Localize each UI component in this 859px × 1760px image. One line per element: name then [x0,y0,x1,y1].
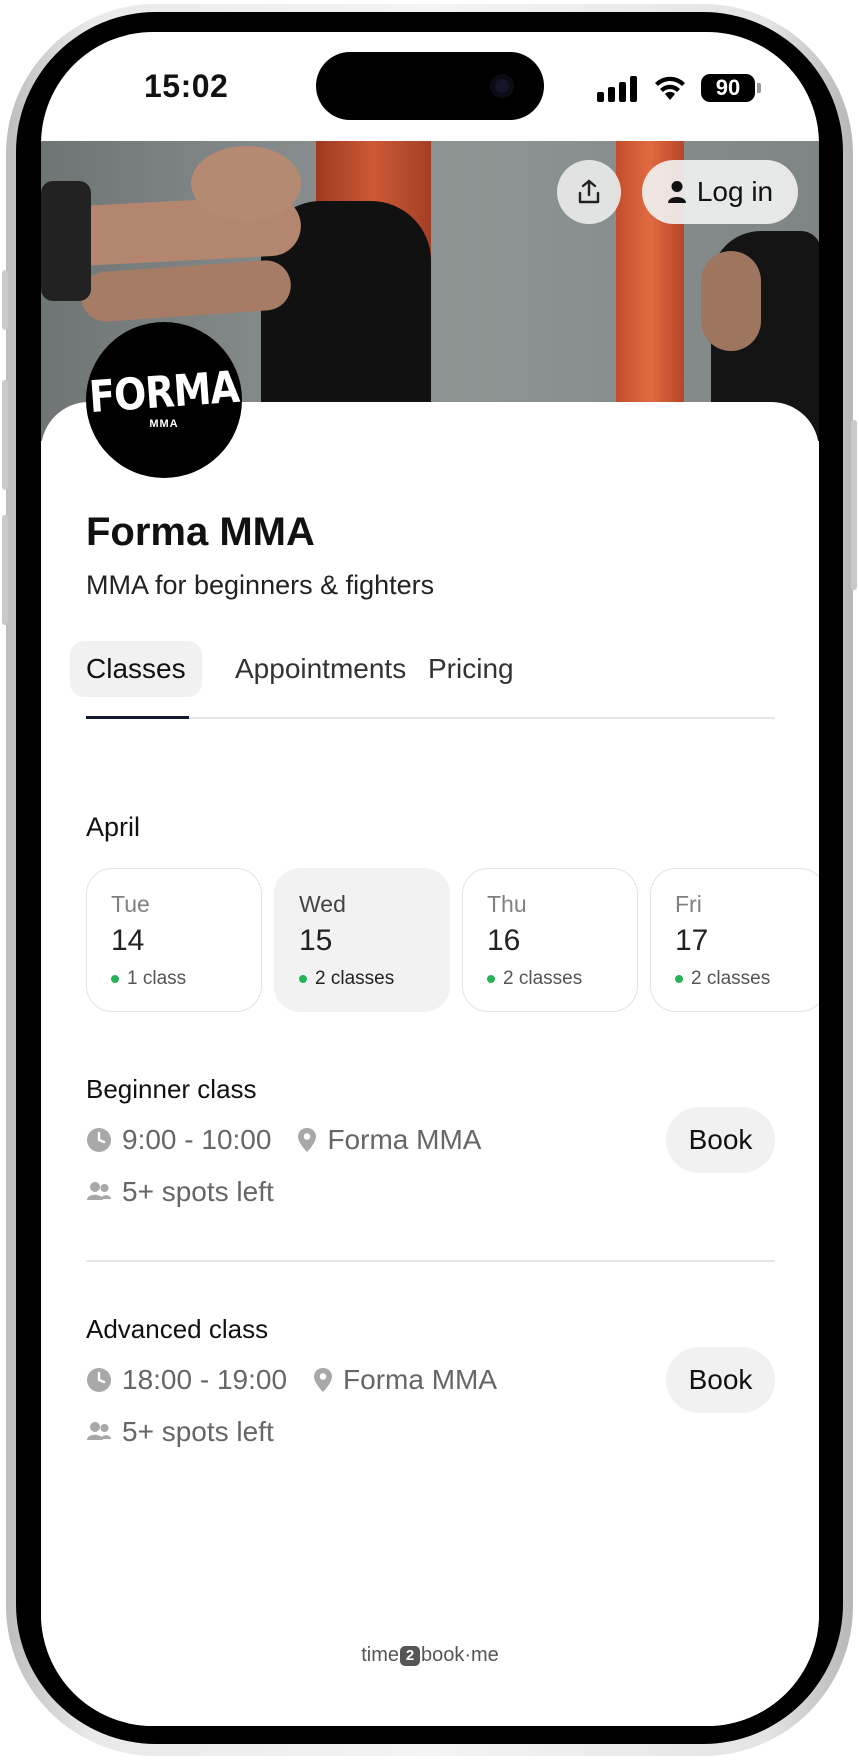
class-time-location: 9:00 - 10:00 Forma MMA [86,1124,481,1156]
location-pin-icon [298,1128,317,1152]
active-tab-indicator [86,716,189,719]
day-class-count: 1 class [111,968,261,990]
cover-glove [41,181,91,301]
business-name: Forma MMA [86,510,315,554]
people-icon [87,1422,111,1440]
class-title: Beginner class [86,1074,257,1104]
availability-dot [675,975,683,983]
spots-left: 5+ spots left [122,1416,274,1447]
logo-subtext: MMA [149,418,179,430]
day-picker: Tue 14 1 class Wed 15 2 classes Thu 16 2… [86,868,819,1012]
book-button[interactable]: Book [666,1107,775,1173]
share-button[interactable] [557,160,621,224]
availability-dot [299,975,307,983]
footer-brand-pre: time [361,1644,399,1666]
day-weekday: Fri [675,891,702,917]
signal-icon [597,76,637,102]
class-title: Advanced class [86,1314,269,1344]
side-button-mute [2,270,8,330]
share-icon [578,179,600,204]
people-icon [87,1182,111,1200]
day-class-count: 2 classes [487,968,637,990]
clock-icon [87,1128,111,1152]
day-card[interactable]: Thu 16 2 classes [462,868,638,1012]
day-date: 17 [675,924,709,957]
location-pin-icon [314,1368,333,1392]
wifi-icon [655,76,685,100]
day-card-selected[interactable]: Wed 15 2 classes [274,868,450,1012]
book-button[interactable]: Book [666,1347,775,1413]
side-button-volume-up [2,380,8,490]
footer-brand-post: book·me [420,1644,499,1666]
spots-left: 5+ spots left [122,1176,274,1207]
phone-screen: 15:02 90 Log in FORMA MMA Forma MMA MMA … [41,32,819,1726]
business-description: MMA for beginners & fighters [86,570,435,600]
user-icon [667,181,686,203]
class-time-location: 18:00 - 19:00 Forma MMA [86,1364,497,1396]
tab-classes[interactable]: Classes [70,641,202,697]
tab-bar: Classes Appointments Pricing [70,641,775,719]
day-class-count: 2 classes [675,968,819,990]
day-count-label: 2 classes [315,968,395,989]
class-location: Forma MMA [327,1124,482,1155]
battery-tip [757,83,761,93]
front-camera [490,74,514,98]
class-time: 9:00 - 10:00 [122,1124,272,1155]
side-button-volume-down [2,515,8,625]
side-button-power [851,420,857,590]
day-count-label: 2 classes [691,968,771,989]
clock-icon [87,1368,111,1392]
day-weekday: Thu [487,891,527,917]
tab-pricing[interactable]: Pricing [412,641,530,697]
day-weekday: Wed [299,891,346,917]
calendar-month: April [86,812,141,842]
day-class-count: 2 classes [299,968,449,990]
cover-second-person-arm [701,251,761,351]
login-button[interactable]: Log in [642,160,798,224]
day-date: 14 [111,924,145,957]
class-item: Advanced class 18:00 - 19:00 Forma MMA 5… [86,1314,775,1454]
tab-appointments[interactable]: Appointments [219,641,422,697]
status-time: 15:02 [144,68,229,104]
login-label: Log in [696,176,774,207]
class-time: 18:00 - 19:00 [122,1364,288,1395]
business-logo: FORMA MMA [86,322,242,478]
class-item: Beginner class 9:00 - 10:00 Forma MMA 5+… [86,1074,775,1214]
battery-icon: 90 [701,74,755,102]
day-count-label: 2 classes [503,968,583,989]
day-card[interactable]: Fri 17 2 classes [650,868,819,1012]
powered-by-footer[interactable]: time 2 book·me [41,1644,819,1667]
class-location: Forma MMA [343,1364,498,1395]
day-date: 15 [299,924,333,957]
footer-brand-num: 2 [399,1646,420,1666]
class-spots: 5+ spots left [86,1416,274,1448]
availability-dot [487,975,495,983]
cover-fighter-head [191,146,301,221]
day-date: 16 [487,924,521,957]
logo-text: FORMA [87,361,241,423]
day-weekday: Tue [111,891,150,917]
availability-dot [111,975,119,983]
class-spots: 5+ spots left [86,1176,274,1208]
divider [86,1260,775,1262]
day-count-label: 1 class [127,968,187,989]
day-card[interactable]: Tue 14 1 class [86,868,262,1012]
dynamic-island [316,52,544,120]
